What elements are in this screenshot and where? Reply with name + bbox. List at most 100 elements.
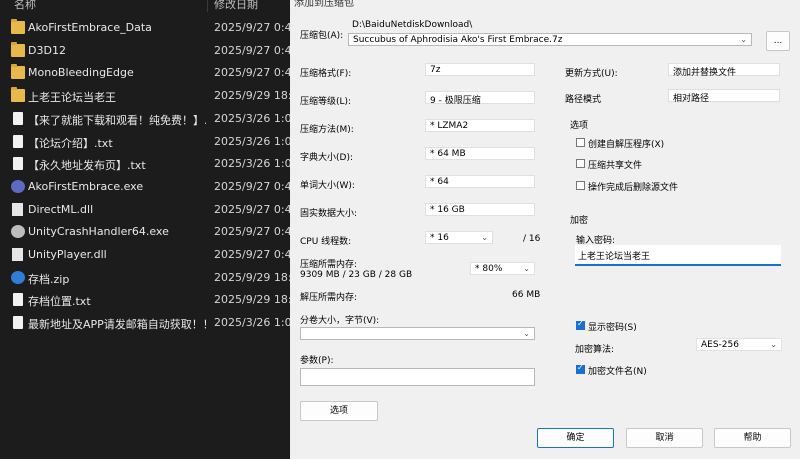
date-column-header[interactable]: 修改日期 [214,0,258,12]
archive-name-combo[interactable]: Succubus of Aphrodisia Ako's First Embra… [348,33,752,46]
dictionary-value: * 64 MB [430,149,466,159]
file-row[interactable]: 【永久地址发布页】.txt 2025/3/26 1:08 [0,153,290,175]
level-select[interactable]: 9 - 极限压缩 [425,91,535,106]
delete-after-checkbox[interactable] [576,181,585,190]
file-name: 最新地址及APP请发邮箱自动获取！！！... [28,318,206,332]
file-name: DirectML.dll [28,202,94,216]
chevron-down-icon: ⌄ [740,35,747,44]
solid-size-select[interactable]: * 16 GB [425,203,535,216]
cpu-threads-select[interactable]: * 16 ⌄ [425,231,493,244]
decompress-memory-value: 66 MB [512,290,541,300]
file-row[interactable]: AkoFirstEmbrace.exe 2025/9/27 0:43 [0,176,290,198]
column-divider[interactable] [207,0,208,12]
format-select[interactable]: 7z [425,63,535,76]
folder-icon [11,41,25,57]
add-to-archive-dialog: 添加到压缩包 压缩包(A): D:\BaiduNetdiskDownload\ … [290,0,800,459]
password-value: 上老王论坛当老王 [578,252,651,262]
cpu-threads-label: CPU 线程数: [300,237,352,247]
password-input[interactable]: 上老王论坛当老王 [575,245,781,266]
file-row[interactable]: 上老王论坛当老王 2025/9/29 18:26 [0,85,290,107]
file-row[interactable]: UnityPlayer.dll 2025/9/27 0:43 [0,244,290,266]
browse-button[interactable]: ... [766,31,790,51]
show-password-label: 显示密码(S) [588,323,637,333]
method-select[interactable]: * LZMA2 [425,119,535,132]
text-file-icon [13,157,23,171]
folder-icon [11,87,25,103]
file-date: 2025/3/26 1:08 [214,157,290,171]
shared-files-checkbox[interactable] [576,159,585,168]
path-mode-select[interactable]: 相对路径 [668,89,780,104]
file-row[interactable]: 最新地址及APP请发邮箱自动获取！！！... 2025/3/26 1:08 [0,312,290,334]
file-row[interactable]: DirectML.dll 2025/9/27 0:43 [0,199,290,221]
dialog-titlebar[interactable]: 添加到压缩包 [290,0,800,9]
chevron-down-icon: ⌄ [770,340,777,349]
encrypt-filenames-checkbox[interactable] [576,363,585,374]
column-header: 名称 修改日期 [0,0,290,12]
file-row[interactable]: 存档位置.txt 2025/9/29 18:26 [0,289,290,311]
text-file-icon [13,134,23,148]
file-name: 【永久地址发布页】.txt [28,159,146,173]
split-size-combo[interactable]: ⌄ [300,327,535,340]
decompress-memory-label: 解压所需内存: [300,293,358,303]
encrypt-filenames-label: 加密文件名(N) [588,367,647,377]
word-size-value: * 64 [430,177,449,187]
archive-label: 压缩包(A): [300,31,344,41]
file-name: AkoFirstEmbrace_Data [28,21,152,34]
file-name: 存档.zip [28,272,70,286]
memory-percent-select[interactable]: * 80% ⌄ [470,262,535,275]
cancel-button[interactable]: 取消 [626,428,703,448]
path-mode-label: 路径模式 [565,95,602,105]
word-size-label: 单词大小(W): [300,181,355,191]
name-column-header[interactable]: 名称 [14,0,36,12]
encryption-group-label: 加密 [570,216,589,226]
app-icon [11,179,25,193]
file-date: 2025/9/27 0:44 [214,21,290,34]
folder-icon [11,64,25,80]
archive-directory: D:\BaiduNetdiskDownload\ [352,20,473,30]
file-date: 2025/9/27 0:44 [214,43,290,57]
file-name: 存档位置.txt [28,295,91,309]
compress-memory-label: 压缩所需内存: [300,260,358,270]
dialog-title: 添加到压缩包 [294,0,354,9]
file-row[interactable]: 【论坛介绍】.txt 2025/3/26 1:08 [0,131,290,153]
file-name: UnityPlayer.dll [28,248,107,261]
file-row[interactable]: MonoBleedingEdge 2025/9/27 0:44 [0,62,290,84]
show-password-checkbox[interactable] [576,319,585,330]
dll-file-icon [12,248,23,261]
encryption-method-select[interactable]: AES-256 ⌄ [696,338,782,351]
parameters-label: 参数(P): [300,356,334,366]
split-size-label: 分卷大小，字节(V): [300,316,380,326]
dictionary-label: 字典大小(D): [300,153,353,163]
format-label: 压缩格式(F): [300,69,352,79]
update-mode-label: 更新方式(U): [565,69,618,79]
parameters-input[interactable] [300,368,535,386]
zip-icon [11,270,25,284]
file-name: D3D12 [28,43,66,57]
format-value: 7z [430,65,441,75]
file-date: 2025/3/26 1:07 [214,111,290,125]
file-name: 【来了就能下载和观看！纯免费！】.txt [28,113,206,127]
update-mode-select[interactable]: 添加并替换文件 [668,63,780,78]
file-row[interactable]: D3D12 2025/9/27 0:44 [0,40,290,62]
dictionary-select[interactable]: * 64 MB [425,147,535,160]
memory-percent-value: * 80% [475,264,503,274]
file-date: 2025/3/26 1:08 [214,134,290,148]
encryption-method-value: AES-256 [701,340,739,350]
file-row[interactable]: AkoFirstEmbrace_Data 2025/9/27 0:44 [0,17,290,39]
ok-button[interactable]: 确定 [537,428,614,448]
file-date: 2025/9/27 0:43 [214,248,290,261]
file-row[interactable]: 【来了就能下载和观看！纯免费！】.txt 2025/3/26 1:07 [0,108,290,130]
file-row[interactable]: UnityCrashHandler64.exe 2025/9/27 0:43 [0,221,290,243]
options-button[interactable]: 选项 [300,401,378,421]
file-date: 2025/9/29 18:26 [214,293,290,307]
help-button[interactable]: 帮助 [714,428,791,448]
path-mode-value: 相对路径 [673,94,710,104]
sfx-checkbox[interactable] [576,138,585,147]
file-date: 2025/9/27 0:43 [214,202,290,216]
encryption-method-label: 加密算法: [575,345,615,355]
file-name: MonoBleedingEdge [28,66,134,80]
word-size-select[interactable]: * 64 [425,175,535,188]
file-row[interactable]: 存档.zip 2025/9/29 18:26 [0,267,290,289]
file-name: 【论坛介绍】.txt [28,136,113,150]
solid-size-label: 固实数据大小: [300,209,358,219]
